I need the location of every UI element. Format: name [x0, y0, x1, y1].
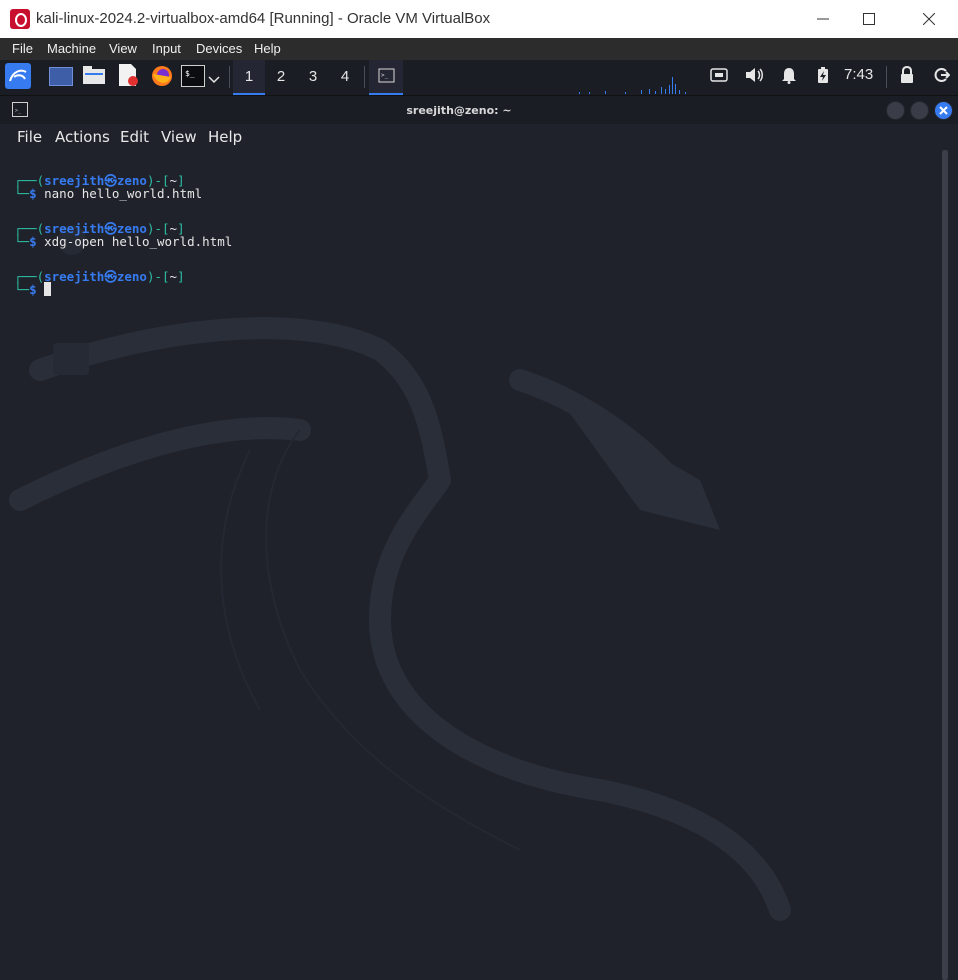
kali-menu-icon[interactable]	[5, 63, 31, 89]
terminal-scrollbar[interactable]	[942, 150, 948, 980]
workspace-2[interactable]: 2	[265, 60, 297, 93]
text-cursor	[44, 282, 52, 296]
cpu-graph	[575, 72, 695, 94]
terminal-close-button[interactable]	[934, 101, 953, 120]
taskbar-terminal-window[interactable]: >_	[369, 60, 403, 95]
lock-icon[interactable]	[900, 65, 914, 84]
logout-icon[interactable]	[934, 67, 951, 83]
workspace-1[interactable]: 1	[233, 60, 265, 95]
vbox-menu-machine[interactable]: Machine	[47, 41, 96, 56]
workspace-4[interactable]: 4	[329, 60, 361, 93]
terminal-menu-edit[interactable]: Edit	[120, 128, 149, 146]
network-icon[interactable]	[710, 67, 728, 83]
battery-icon[interactable]	[817, 66, 829, 84]
terminal-menu-actions[interactable]: Actions	[55, 128, 110, 146]
close-icon	[923, 13, 935, 25]
terminal-maximize-button[interactable]	[910, 101, 929, 120]
scrollbar-thumb[interactable]	[942, 150, 948, 980]
desktop-icon[interactable]	[49, 67, 73, 86]
file-manager-icon[interactable]	[83, 66, 105, 84]
command-line-1: └─$ nano hello_world.html	[14, 186, 203, 201]
vbox-menu-input[interactable]: Input	[152, 41, 181, 56]
minimize-button[interactable]	[800, 4, 846, 34]
close-button[interactable]	[906, 4, 952, 34]
chevron-down-icon[interactable]	[208, 70, 220, 84]
svg-text:$_: $_	[185, 69, 195, 78]
terminal-icon[interactable]: $_	[181, 65, 205, 87]
vbox-menu-help[interactable]: Help	[254, 41, 281, 56]
clock[interactable]: 7:43	[844, 66, 873, 83]
workspace-3[interactable]: 3	[297, 60, 329, 93]
maximize-icon	[863, 13, 875, 25]
panel-separator	[229, 66, 230, 88]
close-icon	[939, 106, 948, 115]
vbox-menu-view[interactable]: View	[109, 41, 137, 56]
maximize-button[interactable]	[846, 4, 892, 34]
terminal-menu-bar: File Actions Edit View Help	[0, 124, 958, 150]
minimize-icon	[817, 18, 829, 20]
vbox-menu-devices[interactable]: Devices	[196, 41, 242, 56]
virtualbox-menu-bar: File Machine View Input Devices Help	[0, 38, 958, 60]
kali-top-panel	[0, 60, 958, 96]
firefox-icon[interactable]	[151, 65, 173, 87]
panel-separator	[364, 66, 365, 88]
terminal-menu-view[interactable]: View	[161, 128, 197, 146]
text-editor-icon[interactable]	[119, 64, 138, 86]
terminal-menu-file[interactable]: File	[17, 128, 42, 146]
command-line-2: └─$ xdg-open hello_world.html	[14, 234, 233, 249]
volume-icon[interactable]	[745, 67, 765, 83]
command-line-3[interactable]: └─$	[14, 282, 52, 297]
svg-text:>_: >_	[381, 72, 389, 79]
notification-bell-icon[interactable]	[781, 66, 797, 84]
virtualbox-title-bar: kali-linux-2024.2-virtualbox-amd64 [Runn…	[0, 0, 958, 39]
panel-separator	[886, 66, 887, 88]
terminal-menu-help[interactable]: Help	[208, 128, 242, 146]
terminal-title: sreejith@zeno: ~	[406, 104, 512, 117]
vbox-menu-file[interactable]: File	[12, 41, 33, 56]
virtualbox-logo-icon	[10, 9, 30, 29]
window-title: kali-linux-2024.2-virtualbox-amd64 [Runn…	[36, 10, 491, 27]
terminal-minimize-button[interactable]	[886, 101, 905, 120]
